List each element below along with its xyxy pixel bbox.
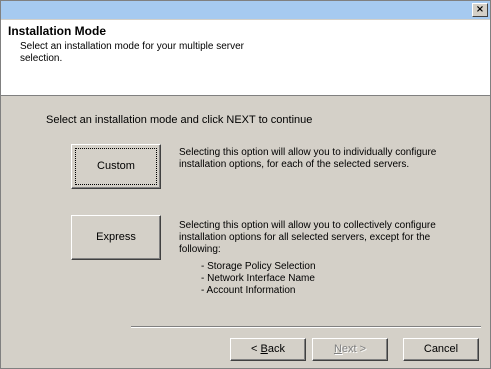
footer-divider xyxy=(131,326,481,328)
close-icon: × xyxy=(475,4,485,15)
exception-item: - Storage Policy Selection xyxy=(201,261,316,272)
cancel-button[interactable]: Cancel xyxy=(403,338,479,361)
custom-button-label: Custom xyxy=(97,160,135,172)
exception-item: - Account Information xyxy=(201,285,296,296)
express-button[interactable]: Express xyxy=(71,215,161,260)
instruction-text: Select an installation mode and click NE… xyxy=(46,114,313,126)
custom-description: Selecting this option will allow you to … xyxy=(179,147,437,170)
back-button-accelerator: B xyxy=(260,343,268,355)
custom-button[interactable]: Custom xyxy=(71,144,161,189)
page-title: Installation Mode xyxy=(8,24,107,38)
express-exceptions-list: - Storage Policy Selection - Network Int… xyxy=(179,261,469,297)
back-button-label: ack xyxy=(267,343,285,355)
cancel-button-label: Cancel xyxy=(423,343,459,355)
express-description-text: Selecting this option will allow you to … xyxy=(179,220,436,255)
page-subtitle: Select an installation mode for your mul… xyxy=(20,41,244,64)
exception-item: - Network Interface Name xyxy=(201,273,315,284)
back-button-prefix: < xyxy=(251,343,261,355)
close-button[interactable]: × xyxy=(472,3,488,17)
dialog-header: Installation Mode Select an installation… xyxy=(1,20,490,96)
next-button[interactable]: Next > xyxy=(312,338,388,361)
next-button-label: ext > xyxy=(341,343,367,355)
express-description: Selecting this option will allow you to … xyxy=(179,220,469,297)
title-bar: × xyxy=(1,1,490,19)
next-button-accelerator: N xyxy=(333,343,342,355)
express-button-label: Express xyxy=(96,231,136,243)
back-button[interactable]: < Back xyxy=(230,338,306,361)
installation-dialog: × Installation Mode Select an installati… xyxy=(0,0,491,369)
